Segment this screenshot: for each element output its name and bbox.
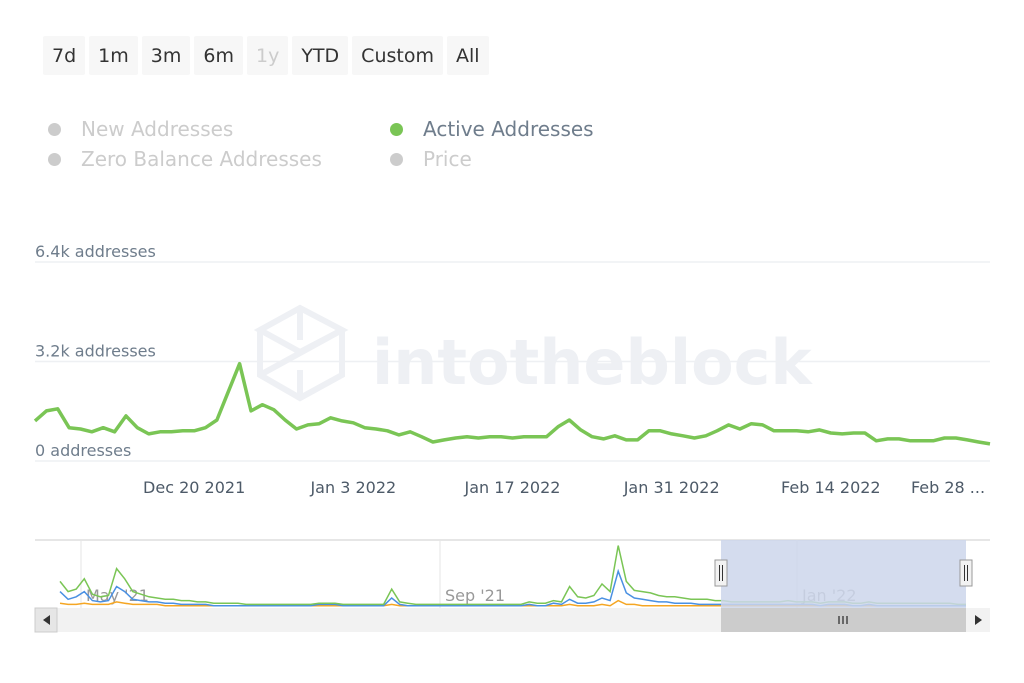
range-button-3m[interactable]: 3m (141, 36, 191, 75)
navigator-tick-label: Sep '21 (445, 586, 505, 605)
range-button-1y: 1y (246, 36, 289, 75)
range-selector: 7d 1m 3m 6m 1y YTD Custom All (43, 36, 489, 75)
x-tick-label: Jan 3 2022 (309, 478, 396, 497)
legend-item-price[interactable]: Price (390, 145, 594, 173)
x-tick-label: Jan 17 2022 (464, 478, 561, 497)
range-button-6m[interactable]: 6m (194, 36, 243, 75)
legend-dot-icon (48, 122, 61, 136)
x-tick-label: Dec 20 2021 (143, 478, 245, 497)
legend-item-new-addresses[interactable]: New Addresses (48, 115, 390, 143)
range-button-7d[interactable]: 7d (43, 36, 86, 75)
legend-item-active-addresses[interactable]: Active Addresses (390, 115, 594, 143)
watermark-text: intotheblock (372, 326, 813, 399)
x-axis-labels: Dec 20 2021 Jan 3 2022 Jan 17 2022 Jan 31 2… (143, 478, 985, 497)
range-button-1m[interactable]: 1m (89, 36, 138, 75)
y-tick-label: 3.2k addresses (35, 342, 156, 361)
range-button-custom[interactable]: Custom (352, 36, 443, 75)
main-chart: intotheblock 0 addresses 3.2k addresses 6.… (33, 242, 991, 497)
range-button-ytd[interactable]: YTD (292, 36, 349, 75)
chart-legend: New Addresses Active Addresses Zero Bala… (48, 115, 594, 173)
navigator-handle-left[interactable] (714, 559, 728, 587)
legend-label: New Addresses (81, 117, 234, 141)
navigator-selected-mask[interactable] (721, 540, 966, 608)
legend-label: Zero Balance Addresses (81, 147, 322, 171)
legend-dot-icon (390, 152, 403, 166)
legend-dot-icon (48, 152, 61, 166)
legend-label: Active Addresses (423, 117, 594, 141)
navigator-handle-right[interactable] (959, 559, 973, 587)
intotheblock-logo-icon (253, 304, 349, 402)
x-tick-label: Feb 28 ... (911, 478, 985, 497)
scroll-left-button[interactable] (34, 607, 58, 633)
x-tick-label: Feb 14 2022 (781, 478, 881, 497)
x-tick-label: Jan 31 2022 (623, 478, 720, 497)
navigator-grid (80, 540, 798, 608)
y-tick-label: 6.4k addresses (35, 242, 156, 261)
legend-label: Price (423, 147, 472, 171)
legend-dot-icon (390, 122, 403, 136)
navigator: May '21Sep '21Jan '22 (34, 539, 990, 633)
watermark: intotheblock (253, 304, 813, 402)
y-tick-label: 0 addresses (35, 441, 131, 460)
range-button-all[interactable]: All (446, 36, 489, 75)
scroll-right-button[interactable] (966, 608, 990, 632)
legend-item-zero-balance-addresses[interactable]: Zero Balance Addresses (48, 145, 390, 173)
